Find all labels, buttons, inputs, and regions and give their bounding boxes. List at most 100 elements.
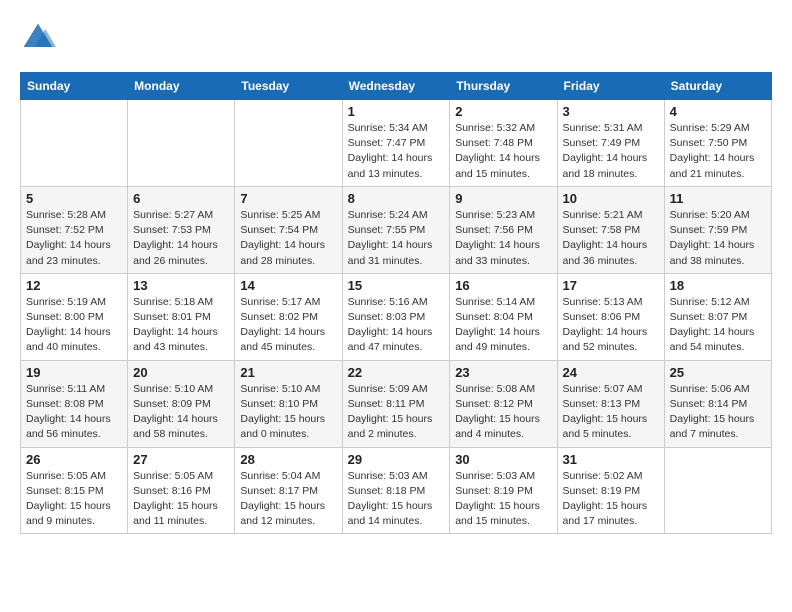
day-number: 16 [455, 278, 551, 293]
day-number: 30 [455, 452, 551, 467]
calendar-cell: 19Sunrise: 5:11 AM Sunset: 8:08 PM Dayli… [21, 360, 128, 447]
day-number: 3 [563, 104, 659, 119]
day-info: Sunrise: 5:10 AM Sunset: 8:09 PM Dayligh… [133, 382, 229, 443]
day-number: 22 [348, 365, 445, 380]
weekday-header-wednesday: Wednesday [342, 73, 450, 100]
day-number: 24 [563, 365, 659, 380]
day-number: 23 [455, 365, 551, 380]
calendar-cell: 1 Sunrise: 5:34 AM Sunset: 7:47 PM Daylig… [342, 100, 450, 187]
day-info: Sunrise: 5:34 AM Sunset: 7:47 PM Dayligh… [348, 121, 445, 182]
calendar-cell: 7 Sunrise: 5:25 AM Sunset: 7:54 PM Daylig… [235, 186, 342, 273]
calendar-cell [21, 100, 128, 187]
day-number: 9 [455, 191, 551, 206]
day-number: 10 [563, 191, 659, 206]
page-header [20, 20, 772, 56]
day-number: 4 [670, 104, 766, 119]
weekday-header-thursday: Thursday [450, 73, 557, 100]
day-number: 2 [455, 104, 551, 119]
calendar-cell: 24Sunrise: 5:07 AM Sunset: 8:13 PM Dayli… [557, 360, 664, 447]
calendar-week-row: 1 Sunrise: 5:34 AM Sunset: 7:47 PM Daylig… [21, 100, 772, 187]
day-info: Sunrise: 5:03 AM Sunset: 8:18 PM Dayligh… [348, 469, 445, 530]
day-info: Sunrise: 5:11 AM Sunset: 8:08 PM Dayligh… [26, 382, 122, 443]
day-info: Sunrise: 5:04 AM Sunset: 8:17 PM Dayligh… [240, 469, 336, 530]
day-number: 29 [348, 452, 445, 467]
day-number: 31 [563, 452, 659, 467]
day-info: Sunrise: 5:20 AM Sunset: 7:59 PM Dayligh… [670, 208, 766, 269]
day-info: Sunrise: 5:05 AM Sunset: 8:15 PM Dayligh… [26, 469, 122, 530]
calendar-cell: 30 Sunrise: 5:03 AM Sunset: 8:19 PM Dayli… [450, 447, 557, 534]
day-info: Sunrise: 5:14 AM Sunset: 8:04 PM Dayligh… [455, 295, 551, 356]
day-number: 6 [133, 191, 229, 206]
calendar-cell: 5Sunrise: 5:28 AM Sunset: 7:52 PM Daylig… [21, 186, 128, 273]
calendar-cell: 17 Sunrise: 5:13 AM Sunset: 8:06 PM Dayli… [557, 273, 664, 360]
day-number: 11 [670, 191, 766, 206]
day-info: Sunrise: 5:06 AM Sunset: 8:14 PM Dayligh… [670, 382, 766, 443]
calendar-cell: 15 Sunrise: 5:16 AM Sunset: 8:03 PM Dayli… [342, 273, 450, 360]
calendar-cell: 22 Sunrise: 5:09 AM Sunset: 8:11 PM Dayli… [342, 360, 450, 447]
calendar-cell: 14 Sunrise: 5:17 AM Sunset: 8:02 PM Dayli… [235, 273, 342, 360]
calendar-cell: 29 Sunrise: 5:03 AM Sunset: 8:18 PM Dayli… [342, 447, 450, 534]
day-number: 21 [240, 365, 336, 380]
calendar-cell: 11 Sunrise: 5:20 AM Sunset: 7:59 PM Dayli… [664, 186, 771, 273]
weekday-header-tuesday: Tuesday [235, 73, 342, 100]
day-info: Sunrise: 5:09 AM Sunset: 8:11 PM Dayligh… [348, 382, 445, 443]
calendar-cell: 20 Sunrise: 5:10 AM Sunset: 8:09 PM Dayli… [128, 360, 235, 447]
calendar-cell: 9 Sunrise: 5:23 AM Sunset: 7:56 PM Daylig… [450, 186, 557, 273]
weekday-header-friday: Friday [557, 73, 664, 100]
day-number: 17 [563, 278, 659, 293]
day-number: 13 [133, 278, 229, 293]
day-number: 14 [240, 278, 336, 293]
day-info: Sunrise: 5:05 AM Sunset: 8:16 PM Dayligh… [133, 469, 229, 530]
calendar-cell: 21 Sunrise: 5:10 AM Sunset: 8:10 PM Dayli… [235, 360, 342, 447]
day-info: Sunrise: 5:03 AM Sunset: 8:19 PM Dayligh… [455, 469, 551, 530]
day-info: Sunrise: 5:02 AM Sunset: 8:19 PM Dayligh… [563, 469, 659, 530]
day-info: Sunrise: 5:23 AM Sunset: 7:56 PM Dayligh… [455, 208, 551, 269]
weekday-header-monday: Monday [128, 73, 235, 100]
calendar-cell: 16 Sunrise: 5:14 AM Sunset: 8:04 PM Dayli… [450, 273, 557, 360]
day-info: Sunrise: 5:24 AM Sunset: 7:55 PM Dayligh… [348, 208, 445, 269]
day-info: Sunrise: 5:13 AM Sunset: 8:06 PM Dayligh… [563, 295, 659, 356]
calendar-cell: 6 Sunrise: 5:27 AM Sunset: 7:53 PM Daylig… [128, 186, 235, 273]
logo [20, 20, 60, 56]
calendar-table: SundayMondayTuesdayWednesdayThursdayFrid… [20, 72, 772, 534]
day-number: 15 [348, 278, 445, 293]
day-number: 28 [240, 452, 336, 467]
day-number: 20 [133, 365, 229, 380]
calendar-cell: 8 Sunrise: 5:24 AM Sunset: 7:55 PM Daylig… [342, 186, 450, 273]
calendar-cell: 18 Sunrise: 5:12 AM Sunset: 8:07 PM Dayli… [664, 273, 771, 360]
day-info: Sunrise: 5:18 AM Sunset: 8:01 PM Dayligh… [133, 295, 229, 356]
calendar-cell: 10Sunrise: 5:21 AM Sunset: 7:58 PM Dayli… [557, 186, 664, 273]
calendar-cell: 28 Sunrise: 5:04 AM Sunset: 8:17 PM Dayli… [235, 447, 342, 534]
day-info: Sunrise: 5:10 AM Sunset: 8:10 PM Dayligh… [240, 382, 336, 443]
calendar-cell [664, 447, 771, 534]
day-info: Sunrise: 5:19 AM Sunset: 8:00 PM Dayligh… [26, 295, 122, 356]
calendar-week-row: 19Sunrise: 5:11 AM Sunset: 8:08 PM Dayli… [21, 360, 772, 447]
day-info: Sunrise: 5:16 AM Sunset: 8:03 PM Dayligh… [348, 295, 445, 356]
calendar-cell: 3 Sunrise: 5:31 AM Sunset: 7:49 PM Daylig… [557, 100, 664, 187]
day-number: 18 [670, 278, 766, 293]
weekday-header-row: SundayMondayTuesdayWednesdayThursdayFrid… [21, 73, 772, 100]
calendar-cell [235, 100, 342, 187]
calendar-cell: 13 Sunrise: 5:18 AM Sunset: 8:01 PM Dayli… [128, 273, 235, 360]
logo-icon [20, 20, 56, 56]
calendar-cell: 25Sunrise: 5:06 AM Sunset: 8:14 PM Dayli… [664, 360, 771, 447]
day-info: Sunrise: 5:12 AM Sunset: 8:07 PM Dayligh… [670, 295, 766, 356]
day-info: Sunrise: 5:29 AM Sunset: 7:50 PM Dayligh… [670, 121, 766, 182]
day-info: Sunrise: 5:32 AM Sunset: 7:48 PM Dayligh… [455, 121, 551, 182]
calendar-week-row: 26Sunrise: 5:05 AM Sunset: 8:15 PM Dayli… [21, 447, 772, 534]
day-info: Sunrise: 5:27 AM Sunset: 7:53 PM Dayligh… [133, 208, 229, 269]
calendar-cell: 27 Sunrise: 5:05 AM Sunset: 8:16 PM Dayli… [128, 447, 235, 534]
day-number: 8 [348, 191, 445, 206]
day-number: 1 [348, 104, 445, 119]
calendar-cell: 2 Sunrise: 5:32 AM Sunset: 7:48 PM Daylig… [450, 100, 557, 187]
calendar-week-row: 5Sunrise: 5:28 AM Sunset: 7:52 PM Daylig… [21, 186, 772, 273]
day-info: Sunrise: 5:31 AM Sunset: 7:49 PM Dayligh… [563, 121, 659, 182]
calendar-cell: 12Sunrise: 5:19 AM Sunset: 8:00 PM Dayli… [21, 273, 128, 360]
day-info: Sunrise: 5:17 AM Sunset: 8:02 PM Dayligh… [240, 295, 336, 356]
day-info: Sunrise: 5:25 AM Sunset: 7:54 PM Dayligh… [240, 208, 336, 269]
day-number: 27 [133, 452, 229, 467]
day-number: 7 [240, 191, 336, 206]
day-info: Sunrise: 5:08 AM Sunset: 8:12 PM Dayligh… [455, 382, 551, 443]
calendar-week-row: 12Sunrise: 5:19 AM Sunset: 8:00 PM Dayli… [21, 273, 772, 360]
calendar-cell: 26Sunrise: 5:05 AM Sunset: 8:15 PM Dayli… [21, 447, 128, 534]
